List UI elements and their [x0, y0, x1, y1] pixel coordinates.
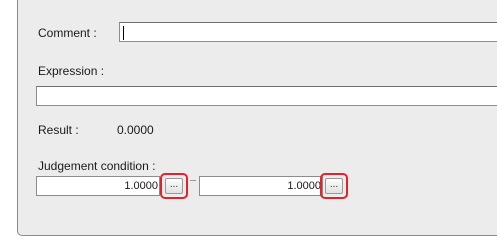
- comment-field[interactable]: [119, 22, 497, 42]
- settings-panel: Comment : Expression : Result : 0.0000 J…: [17, 0, 497, 236]
- expression-field[interactable]: [36, 86, 497, 106]
- judgement-condition-label: Judgement condition :: [38, 159, 156, 173]
- judgement-lower-value: 1.0000: [124, 180, 158, 192]
- judgement-upper-input[interactable]: 1.0000: [199, 176, 323, 196]
- lower-edit-button-highlight: ...: [160, 173, 188, 199]
- upper-edit-button[interactable]: ...: [325, 178, 343, 194]
- upper-edit-button-highlight: ...: [320, 173, 348, 199]
- range-separator: [190, 180, 196, 181]
- text-caret: [123, 26, 124, 40]
- judgement-upper-value: 1.0000: [287, 180, 321, 192]
- judgement-lower-input[interactable]: 1.0000: [36, 176, 160, 196]
- lower-edit-button[interactable]: ...: [165, 178, 183, 194]
- expression-label: Expression :: [38, 64, 105, 78]
- result-label: Result :: [38, 123, 79, 137]
- comment-label: Comment :: [38, 26, 97, 40]
- result-value: 0.0000: [117, 123, 154, 137]
